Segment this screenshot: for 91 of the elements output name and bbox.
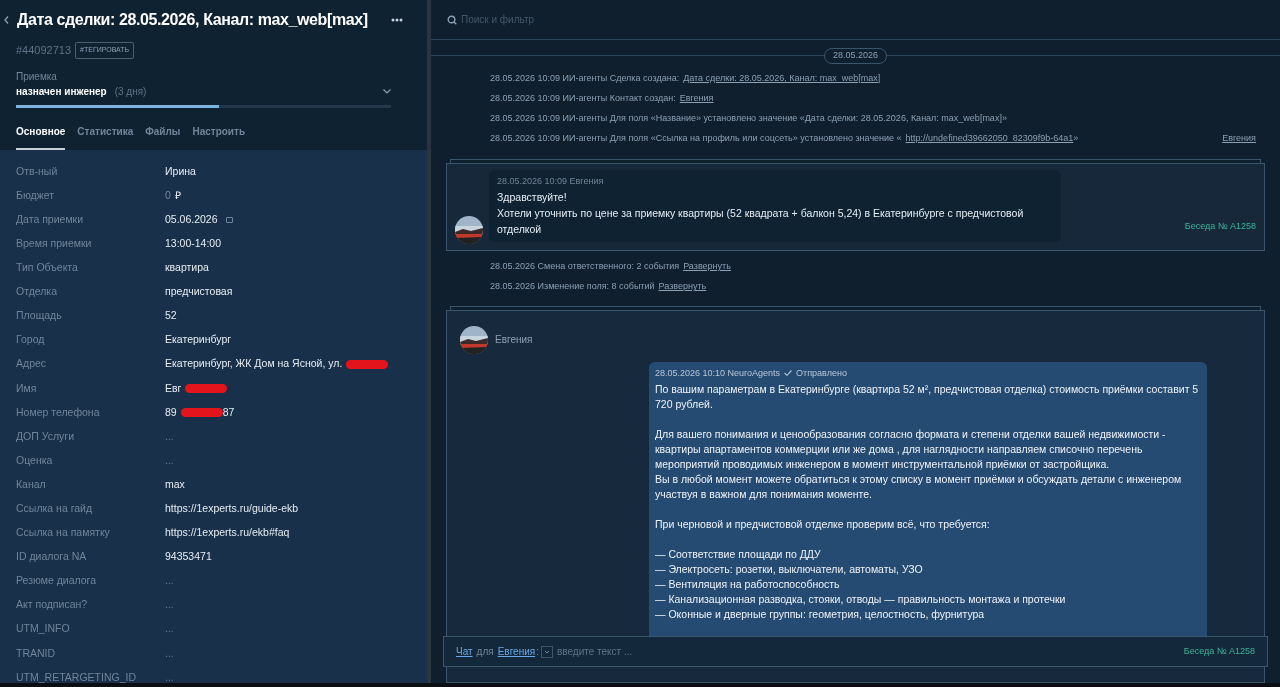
event-link[interactable]: Дата сделки: 28.05.2026, Канал: max_web[max] xyxy=(683,71,881,86)
event-text: 28.05.2026 10:09 ИИ-агенты Для поля «Ссылка на профиль или соцсеть» установлено значение « xyxy=(490,131,902,145)
expand-link[interactable]: Развернуть xyxy=(658,280,707,294)
chevron-down-icon[interactable] xyxy=(383,88,391,94)
field-value[interactable]: https://1experts.ru/ekb#faq xyxy=(165,525,290,541)
contact-link[interactable]: Евгения xyxy=(497,644,536,659)
event-link[interactable]: Евгения xyxy=(679,91,714,106)
field-value-end: 87 xyxy=(222,404,235,420)
field-value[interactable]: 94353471 xyxy=(165,549,212,565)
field-value[interactable]: 05.06.2026 xyxy=(165,211,218,228)
field-label: ID диалога NA xyxy=(16,549,88,565)
message-text: При черновой и предчистовой отделке проверим всё, что требуется: xyxy=(655,517,991,532)
field-value[interactable]: Ирина xyxy=(165,163,196,180)
conversation-label: Беседа № А1258 xyxy=(1183,644,1255,658)
back-icon[interactable] xyxy=(4,16,9,24)
tab[interactable]: Основное xyxy=(16,123,66,150)
chat-composer[interactable]: Чат для Евгения: введите текст ... Беседа № А1258 xyxy=(443,636,1268,667)
field-label: Тип Объекта xyxy=(16,260,79,276)
event-text: 28.05.2026 10:09 ИИ-агенты Для поля «Название» установлено значение «Дата сделки: 28.05.2026, Канал: max_web[max]» xyxy=(490,111,1007,125)
currency-sign: ₽ xyxy=(174,187,181,203)
contact-name: Евгения xyxy=(495,333,533,347)
message-text: Вы в любой момент можете обратиться к этому списку в момент приёмки и обсуждать детали с инженером участвуя в важном для понимания моменте. xyxy=(655,472,1183,502)
field-label: Имя xyxy=(16,380,38,396)
event-text: 28.05.2026 Изменение поля: 8 событий xyxy=(490,280,655,294)
field-value[interactable]: max xyxy=(165,476,185,493)
field-label: Ссылка на гайд xyxy=(16,501,94,516)
field-value[interactable]: Екатеринбург, ЖК Дом на Ясной, ул. xyxy=(165,356,343,373)
tab[interactable]: Файлы xyxy=(145,123,181,150)
event-text: 28.05.2026 10:09 ИИ-агенты Контакт создан: xyxy=(490,91,676,105)
expand-link[interactable]: Развернуть xyxy=(683,260,731,274)
calendar-icon[interactable] xyxy=(225,216,233,223)
tab[interactable]: Настроить xyxy=(192,123,246,150)
lead-id: #44092713 xyxy=(16,43,72,58)
field-label: UTM_INFO xyxy=(16,621,71,637)
field-label: Время приемки xyxy=(16,235,93,251)
conversation-label: Беседа № А1258 xyxy=(1184,220,1256,233)
message-text: — Оконные и дверные группы: геометрия, целостность, фурнитура xyxy=(655,607,986,622)
message-text: — Электросеть: розетки, выключатели, автоматы, УЗО xyxy=(655,562,924,577)
field-label: Отделка xyxy=(16,284,59,300)
field-label: Акт подписан? xyxy=(16,597,89,613)
message-input[interactable]: введите текст ... xyxy=(556,644,1184,659)
search-icon xyxy=(447,14,457,25)
field-value[interactable]: предчистовая xyxy=(165,284,233,300)
stage-age: (3 дня) xyxy=(114,84,147,99)
channel-link[interactable]: Чат xyxy=(456,644,473,659)
message-meta: 28.05.2026 10:10 NeuroAgents xyxy=(655,366,781,380)
message-meta: 28.05.2026 10:09 Евгения xyxy=(497,175,605,188)
message-text: Для вашего понимания и ценообразования согласно формата и степени отделки вашей недвижимости - квартиры апартаментов коммерции или же дома , для наглядности направляем списочно перечень мероприятий проводимых инженером в момент инструментальной приёмки от застройщика. xyxy=(655,427,1167,472)
field-value[interactable]: Евг xyxy=(165,380,182,397)
field-label: Отв-ный xyxy=(16,163,59,179)
message-text: — Канализационная разводка, стояки, отводы — правильность монтажа и протечки xyxy=(655,592,1067,607)
stage-name[interactable]: назначен инженер xyxy=(16,83,107,99)
message-text: По вашим параметрам в Екатеринбурге (квартира 52 м², предчистовая отделка) стоимость приёмки составит 5 720 рублей. xyxy=(655,382,1200,412)
field-label: Адрес xyxy=(16,356,48,372)
field-label: UTM_RETARGETING_ID xyxy=(16,669,137,685)
field-label: Номер телефона xyxy=(16,404,101,420)
field-label: Канал xyxy=(16,476,47,492)
delivery-status: Отправлено xyxy=(796,366,847,380)
field-value[interactable]: https://1experts.ru/guide-ekb xyxy=(165,501,299,517)
field-label: Площадь xyxy=(16,308,63,324)
tab[interactable]: Статистика xyxy=(77,123,134,150)
check-icon xyxy=(784,370,793,377)
field-label: Оценка xyxy=(16,452,54,468)
event-text: » xyxy=(1073,131,1079,145)
dropdown-icon[interactable] xyxy=(540,645,553,658)
composer-text: : xyxy=(536,645,539,659)
message-text: Здравствуйте! xyxy=(497,189,568,205)
message-text: — Вентиляция на работоспособность xyxy=(655,577,841,592)
author-link[interactable]: Евгения xyxy=(1222,131,1256,146)
field-value[interactable]: 0 xyxy=(165,187,171,204)
lead-title: Дата сделки: 28.05.2026, Канал: max_web[max] xyxy=(17,10,368,30)
field-value[interactable]: 52 xyxy=(165,308,177,324)
composer-text: для xyxy=(476,645,494,659)
event-text: 28.05.2026 10:09 ИИ-агенты Сделка создана: xyxy=(490,71,680,85)
more-icon[interactable] xyxy=(391,18,403,22)
field-label: TRANID xyxy=(16,645,57,661)
field-label: Резюме диалога xyxy=(16,573,98,589)
field-value[interactable]: 13:00-14:00 xyxy=(165,235,222,252)
field-value[interactable]: квартира xyxy=(165,260,209,276)
field-label: Город xyxy=(16,332,46,348)
field-label: Ссылка на памятку xyxy=(16,525,111,541)
field-label: Бюджет xyxy=(16,187,55,203)
field-label: Дата приемки xyxy=(16,211,85,227)
field-label: ДОП Услуги xyxy=(16,428,76,444)
field-value[interactable]: 89 xyxy=(165,404,177,421)
event-text: 28.05.2026 Смена ответственного: 2 события xyxy=(490,260,680,274)
message-text: — Соответствие площади по ДДУ xyxy=(655,547,822,562)
event-link[interactable]: http://undefined39662050_82309f9b-64a1 xyxy=(905,131,1074,146)
message-text: Хотели уточнить по цене за приемку квартиры (52 квадрата + балкон 5,24) в Екатеринбурге с предчистовой отделкой xyxy=(497,205,1025,237)
field-value[interactable]: Екатеринбург xyxy=(165,332,232,349)
pipeline-name: Приемка xyxy=(16,69,58,84)
